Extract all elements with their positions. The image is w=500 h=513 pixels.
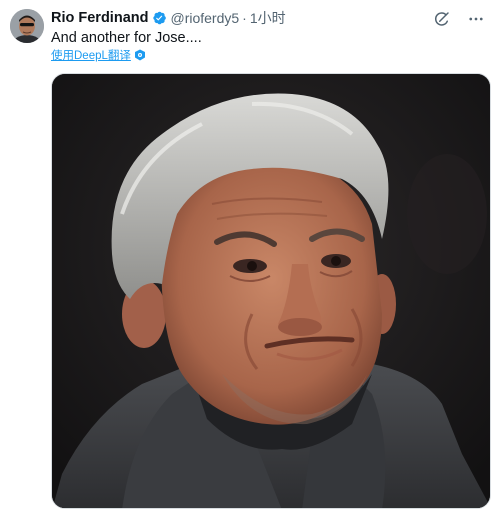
avatar[interactable] (10, 9, 44, 43)
user-handle[interactable]: @rioferdy5 (170, 10, 239, 26)
tweet-photo[interactable] (51, 73, 491, 509)
separator-dot: · (242, 10, 247, 26)
tweet-text: And another for Jose.... (51, 30, 202, 46)
grok-icon[interactable] (432, 9, 452, 29)
translate-label: 使用DeepL翻译 (51, 50, 131, 62)
tweet-header: Rio Ferdinand @rioferdy5 · 1小时 (51, 8, 286, 28)
tweet-card: Rio Ferdinand @rioferdy5 · 1小时 And anoth (0, 0, 500, 513)
timestamp[interactable]: 1小时 (250, 8, 286, 28)
verified-badge-icon (151, 10, 167, 26)
more-icon[interactable] (466, 9, 486, 29)
translate-link[interactable]: 使用DeepL翻译 (51, 47, 146, 63)
display-name[interactable]: Rio Ferdinand (51, 10, 148, 26)
deepl-shield-icon (134, 49, 146, 61)
tweet-actions-top (432, 9, 486, 29)
